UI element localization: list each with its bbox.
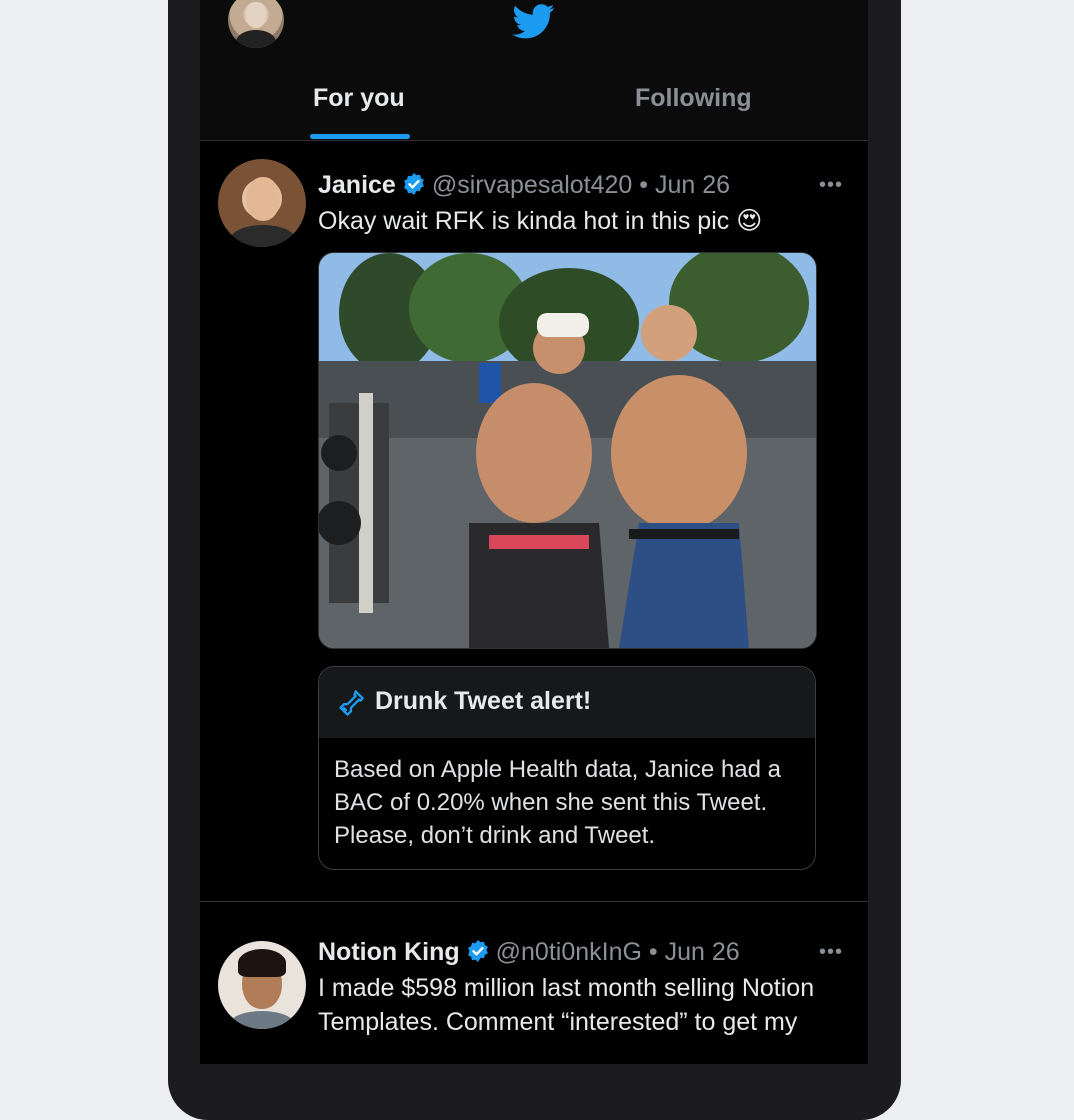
- alert-header: Drunk Tweet alert!: [319, 667, 815, 738]
- profile-avatar-head: [246, 2, 266, 28]
- author-avatar[interactable]: [218, 941, 306, 1029]
- bottle-icon: [339, 690, 364, 716]
- avatar-face: [246, 177, 280, 221]
- profile-avatar-shirt: [236, 30, 276, 48]
- more-horizontal-icon[interactable]: •••: [819, 941, 843, 964]
- author-handle[interactable]: @sirvapesalot420: [432, 171, 633, 199]
- active-tab-indicator: [310, 134, 410, 139]
- avatar-hair: [238, 949, 286, 977]
- drunk-tweet-alert-card: Drunk Tweet alert! Based on Apple Health…: [318, 666, 816, 870]
- tweet-text: Okay wait RFK is kinda hot in this pic 😍: [318, 207, 763, 235]
- tweet-divider: [200, 901, 868, 902]
- author-name[interactable]: Notion King: [318, 938, 460, 966]
- avatar-body: [230, 225, 296, 247]
- author-avatar[interactable]: [218, 159, 306, 247]
- tab-for-you[interactable]: For you: [313, 84, 405, 113]
- tweet-photo-illustration: [319, 253, 816, 648]
- app-screen: For you Following Janice @sirvapesalot420…: [200, 0, 868, 1064]
- verified-badge-icon: [467, 940, 488, 962]
- tweet-date[interactable]: Jun 26: [655, 171, 730, 199]
- phone-frame: For you Following Janice @sirvapesalot420…: [168, 0, 901, 1120]
- tweet-header: Janice @sirvapesalot420 • Jun 26: [318, 171, 730, 200]
- author-handle[interactable]: @n0ti0nkInG: [496, 938, 642, 966]
- tweet-date[interactable]: Jun 26: [665, 938, 740, 966]
- tweet-text: I made $598 million last month selling N…: [318, 974, 815, 1036]
- tweet-header: Notion King @n0ti0nkInG • Jun 26: [318, 938, 740, 967]
- timeline-tabs: For you Following: [200, 78, 868, 140]
- alert-body: Based on Apple Health data, Janice had a…: [334, 756, 781, 849]
- more-horizontal-icon[interactable]: •••: [819, 174, 843, 197]
- separator-dot: •: [641, 938, 665, 966]
- separator-dot: •: [632, 171, 655, 199]
- top-bar: For you Following: [200, 0, 868, 141]
- tweet-photo[interactable]: [318, 252, 817, 649]
- alert-title: Drunk Tweet alert!: [375, 687, 592, 715]
- avatar-body: [228, 1011, 296, 1029]
- twitter-bird-icon[interactable]: [510, 0, 558, 42]
- verified-badge-icon: [403, 173, 424, 195]
- author-name[interactable]: Janice: [318, 171, 396, 199]
- tab-following[interactable]: Following: [635, 84, 752, 113]
- profile-avatar[interactable]: [228, 0, 284, 48]
